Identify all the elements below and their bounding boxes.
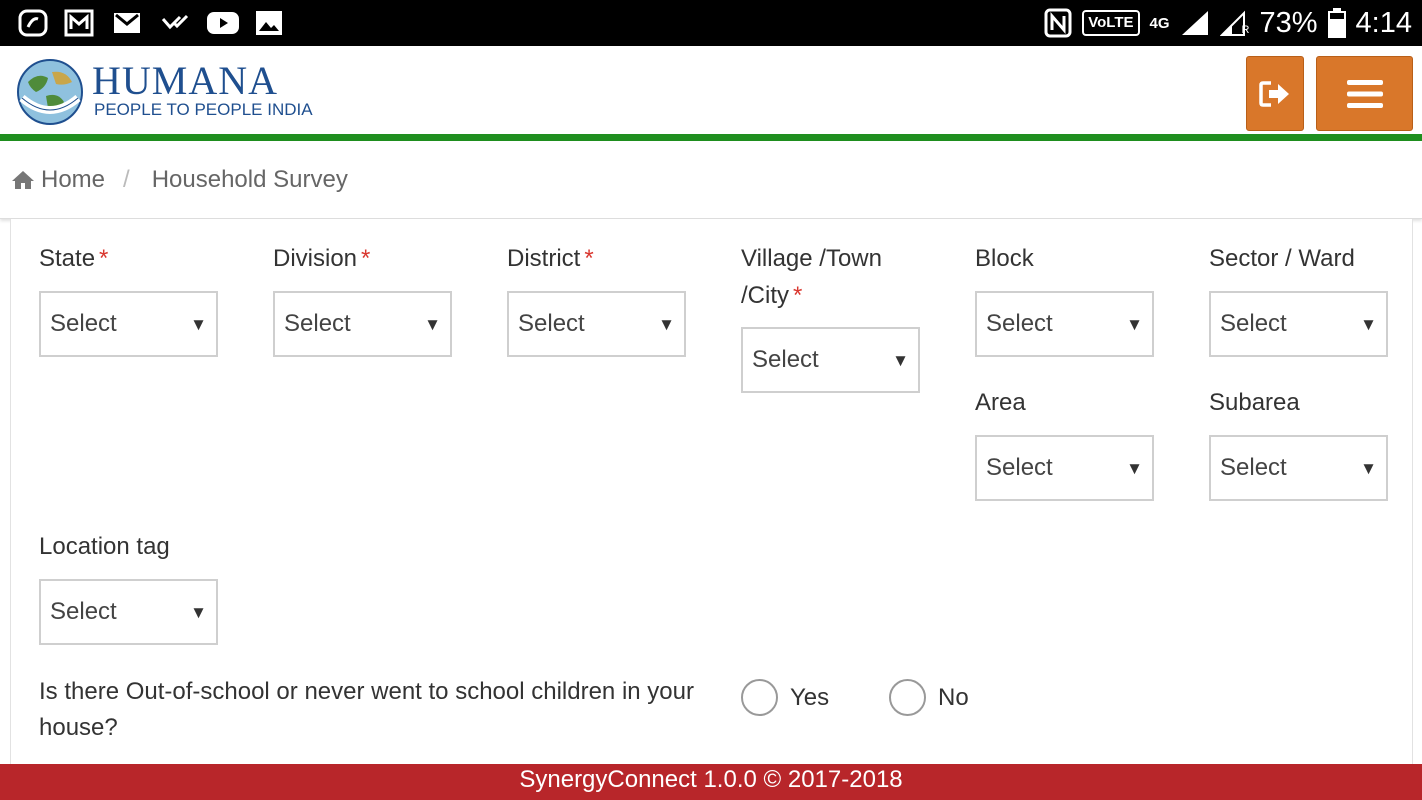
saavn-icon: [18, 9, 48, 37]
signal-icon: [1181, 11, 1208, 35]
caret-down-icon: ▼: [1126, 459, 1143, 478]
subarea-select[interactable]: Select ▼: [1209, 435, 1388, 501]
gmail-icon: [114, 13, 140, 33]
battery-percent: 73%: [1259, 6, 1318, 39]
district-select[interactable]: Select ▼: [507, 291, 686, 357]
brand-subtitle: PEOPLE TO PEOPLE INDIA: [94, 100, 313, 119]
district-label: District *: [507, 245, 594, 272]
area-select[interactable]: Select ▼: [975, 435, 1154, 501]
nfc-icon: [1044, 8, 1072, 38]
network-type: 4G: [1149, 14, 1170, 32]
youtube-icon: [207, 12, 239, 34]
location-tag-label: Location tag: [39, 533, 170, 560]
footer: SynergyConnect 1.0.0 © 2017-2018: [0, 764, 1422, 800]
out-of-school-question: Is there Out-of-school or never went to …: [39, 678, 694, 741]
sector-ward-label: Sector / Ward: [1209, 245, 1355, 272]
clock: 4:14: [1355, 6, 1412, 39]
division-label: Division *: [273, 245, 371, 272]
radio-yes-label: Yes: [790, 683, 830, 711]
breadcrumb-home-link[interactable]: Home: [11, 166, 105, 194]
brand-name: HUMANA: [92, 58, 278, 103]
battery-icon: [1327, 8, 1346, 38]
newsletter-icon: [64, 9, 94, 37]
breadcrumb-home-label: Home: [41, 165, 106, 193]
state-select[interactable]: Select ▼: [39, 291, 218, 357]
logout-button[interactable]: [1246, 56, 1304, 131]
caret-down-icon: ▼: [424, 315, 441, 334]
caret-down-icon: ▼: [1360, 315, 1377, 334]
block-label: Block: [975, 245, 1034, 272]
village-label: Village /Town/City *: [741, 245, 882, 309]
breadcrumb-separator: /: [123, 165, 130, 193]
status-bar: VoLTE 4G R 73% 4:14: [0, 0, 1422, 46]
header-divider: [0, 134, 1422, 141]
subarea-label: Subarea: [1209, 389, 1300, 416]
radio-no-label: No: [938, 683, 969, 711]
hamburger-icon: [1346, 79, 1383, 108]
village-select[interactable]: Select ▼: [741, 327, 920, 393]
required-mark: *: [584, 245, 594, 272]
roaming-indicator: R: [1241, 24, 1250, 36]
caret-down-icon: ▼: [1360, 459, 1377, 478]
caret-down-icon: ▼: [658, 315, 675, 334]
globe-logo-icon[interactable]: [16, 58, 84, 126]
division-select[interactable]: Select ▼: [273, 291, 452, 357]
radio-option-yes[interactable]: Yes: [741, 679, 829, 716]
state-label: State *: [39, 245, 109, 272]
radio-yes[interactable]: [741, 679, 778, 716]
location-tag-select[interactable]: Select ▼: [39, 579, 218, 645]
required-mark: *: [793, 282, 803, 309]
volte-badge: VoLTE: [1082, 10, 1140, 36]
breadcrumb: Home / Household Survey: [0, 141, 1422, 219]
caret-down-icon: ▼: [190, 315, 207, 334]
required-mark: *: [99, 245, 109, 272]
check-icon: [161, 14, 189, 30]
caret-down-icon: ▼: [190, 603, 207, 622]
sign-out-icon: [1259, 80, 1289, 107]
breadcrumb-current: Household Survey: [151, 165, 348, 193]
area-label: Area: [975, 389, 1026, 416]
caret-down-icon: ▼: [1126, 315, 1143, 334]
hamburger-menu-button[interactable]: [1316, 56, 1413, 131]
app-header: HUMANA PEOPLE TO PEOPLE INDIA: [0, 46, 1422, 136]
caret-down-icon: ▼: [892, 351, 909, 370]
block-select[interactable]: Select ▼: [975, 291, 1154, 357]
photo-icon: [256, 11, 282, 35]
radio-no[interactable]: [889, 679, 926, 716]
home-icon: [12, 170, 34, 189]
required-mark: *: [361, 245, 371, 272]
sector-ward-select[interactable]: Select ▼: [1209, 291, 1388, 357]
radio-option-no[interactable]: No: [889, 679, 969, 716]
